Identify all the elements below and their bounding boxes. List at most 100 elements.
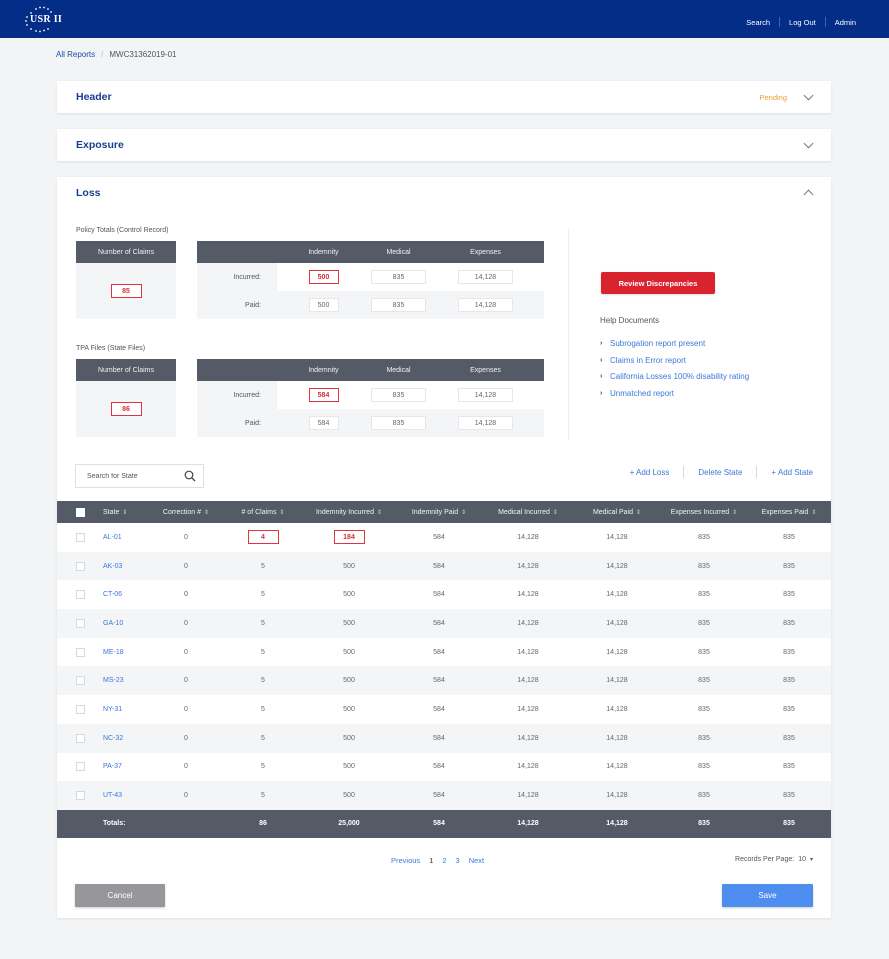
add-loss-button[interactable]: + Add Loss	[616, 468, 684, 477]
policy-claims-value[interactable]: 85	[110, 284, 142, 298]
state-link[interactable]: UT-43	[103, 781, 149, 810]
search-input[interactable]	[87, 472, 182, 480]
cancel-button[interactable]: Cancel	[75, 884, 165, 907]
records-per-page-select[interactable]: 10	[798, 856, 806, 863]
column-header-expenses-paid[interactable]: Expenses Paid ⇕	[747, 501, 831, 523]
logo[interactable]: USR II	[22, 5, 68, 33]
chevron-right-icon: ›	[600, 373, 603, 381]
state-link[interactable]: PA-37	[103, 753, 149, 782]
expenses-incurred-cell: 835	[698, 591, 710, 599]
expenses-paid-cell: 835	[783, 705, 795, 713]
column-header-medical-incurred[interactable]: Medical Incurred ⇕	[483, 501, 573, 523]
breadcrumb-all-reports[interactable]: All Reports	[56, 50, 95, 59]
help-link-label[interactable]: California Losses 100% disability rating	[610, 372, 749, 381]
next-page-link[interactable]: Next	[469, 856, 484, 865]
row-checkbox[interactable]	[75, 647, 85, 657]
policy-paid-expenses[interactable]: 14,128	[458, 298, 513, 312]
expenses-paid-cell: 835	[747, 666, 831, 696]
state-link[interactable]: AL-01	[103, 523, 149, 552]
row-checkbox[interactable]	[75, 618, 85, 628]
tpa-claims-value[interactable]: 86	[110, 402, 142, 416]
tpa-incurred-indemnity[interactable]: 584	[308, 388, 339, 402]
state-link[interactable]: AK-03	[103, 551, 149, 581]
table-row: UT-43 0 5 500 584 14,128 14,128 835 835	[57, 781, 831, 810]
state-link[interactable]: MS-23	[103, 666, 149, 696]
row-checkbox[interactable]	[75, 704, 85, 714]
search-icon[interactable]	[184, 470, 196, 482]
correction-cell: 0	[149, 666, 223, 696]
state-link[interactable]: NC-32	[103, 723, 149, 753]
page-link-2[interactable]: 2	[442, 856, 446, 865]
expenses-paid-cell: 835	[747, 781, 831, 810]
row-checkbox[interactable]	[75, 590, 85, 600]
help-link-label[interactable]: Unmatched report	[610, 389, 674, 398]
policy-incurred-indemnity[interactable]: 500	[308, 270, 339, 284]
save-button[interactable]: Save	[722, 884, 813, 907]
help-link[interactable]: › California Losses 100% disability ratin…	[600, 368, 749, 385]
expenses-incurred-cell: 835	[698, 763, 710, 771]
tpa-paid-row: Paid: 584 835 14,128	[197, 409, 544, 437]
row-checkbox[interactable]	[75, 733, 85, 743]
policy-paid-indemnity[interactable]: 500	[308, 298, 339, 312]
row-checkbox[interactable]	[75, 762, 85, 772]
tpa-incurred-medical[interactable]: 835	[371, 388, 426, 402]
expenses-incurred-cell: 835	[698, 705, 710, 713]
column-header-medical-paid[interactable]: Medical Paid ⇕	[573, 501, 661, 523]
help-documents-title: Help Documents	[600, 316, 660, 325]
row-checkbox[interactable]	[75, 676, 85, 686]
state-link[interactable]: NY-31	[103, 695, 149, 724]
chevron-down-icon[interactable]	[803, 90, 814, 101]
column-header-correction[interactable]: Correction # ⇕	[149, 501, 223, 523]
totals-indemnity-paid: 584	[395, 809, 483, 838]
help-link[interactable]: › Subrogation report present	[600, 335, 749, 352]
policy-incurred-medical[interactable]: 835	[371, 270, 426, 284]
chevron-up-icon[interactable]	[803, 189, 814, 200]
column-header-indemnity-incurred[interactable]: Indemnity Incurred ⇕	[303, 501, 395, 523]
review-discrepancies-button[interactable]: Review Discrepancies	[601, 272, 715, 294]
row-checkbox[interactable]	[75, 791, 85, 801]
select-all-checkbox[interactable]	[75, 507, 85, 517]
help-link[interactable]: › Claims in Error report	[600, 352, 749, 369]
tpa-incurred-expenses[interactable]: 14,128	[458, 388, 513, 402]
help-link[interactable]: › Unmatched report	[600, 385, 749, 402]
tpa-paid-expenses[interactable]: 14,128	[458, 416, 513, 430]
column-header-expenses-incurred[interactable]: Expenses Incurred ⇕	[661, 501, 747, 523]
table-row: AL-01 0 4 184 584 14,128 14,128 835 835	[57, 523, 831, 552]
indemnity-incurred-cell-input[interactable]: 184	[333, 530, 365, 545]
indemnity-paid-cell: 584	[433, 705, 445, 713]
incurred-label: Incurred:	[197, 381, 277, 409]
paid-label: Paid:	[197, 409, 277, 437]
state-link[interactable]: ME-18	[103, 638, 149, 667]
expenses-paid-cell: 835	[783, 591, 795, 599]
loss-panel-toggle[interactable]: Loss	[57, 177, 831, 209]
claims-cell: 5	[261, 591, 265, 599]
row-checkbox[interactable]	[75, 532, 85, 542]
page-link-3[interactable]: 3	[456, 856, 460, 865]
breadcrumb-current: MWC31362019-01	[109, 50, 177, 59]
claims-cell-input[interactable]: 4	[247, 530, 279, 545]
state-link[interactable]: GA-10	[103, 609, 149, 638]
chevron-down-icon[interactable]: ▾	[810, 856, 813, 863]
tpa-paid-medical[interactable]: 835	[371, 416, 426, 430]
page-link-1[interactable]: 1	[429, 856, 433, 865]
row-checkbox[interactable]	[75, 561, 85, 571]
exposure-panel-toggle[interactable]: Exposure	[57, 129, 831, 161]
state-link[interactable]: CT-06	[103, 580, 149, 609]
column-header-state[interactable]: State ⇕	[103, 501, 149, 523]
add-state-button[interactable]: + Add State	[757, 468, 813, 477]
chevron-down-icon[interactable]	[803, 138, 814, 149]
policy-incurred-expenses[interactable]: 14,128	[458, 270, 513, 284]
nav-logout-link[interactable]: Log Out	[780, 18, 825, 27]
delete-state-button[interactable]: Delete State	[684, 468, 756, 477]
help-link-label[interactable]: Claims in Error report	[610, 356, 686, 365]
row-select-cell	[57, 609, 103, 638]
column-header-claims[interactable]: # of Claims ⇕	[223, 501, 303, 523]
header-panel-toggle[interactable]: Header Pending	[57, 81, 831, 113]
nav-search-link[interactable]: Search	[737, 18, 779, 27]
nav-admin-link[interactable]: Admin	[826, 18, 865, 27]
policy-paid-medical[interactable]: 835	[371, 298, 426, 312]
previous-page-link[interactable]: Previous	[391, 856, 420, 865]
help-link-label[interactable]: Subrogation report present	[610, 339, 705, 348]
tpa-paid-indemnity[interactable]: 584	[308, 416, 339, 430]
column-header-indemnity-paid[interactable]: Indemnity Paid ⇕	[395, 501, 483, 523]
